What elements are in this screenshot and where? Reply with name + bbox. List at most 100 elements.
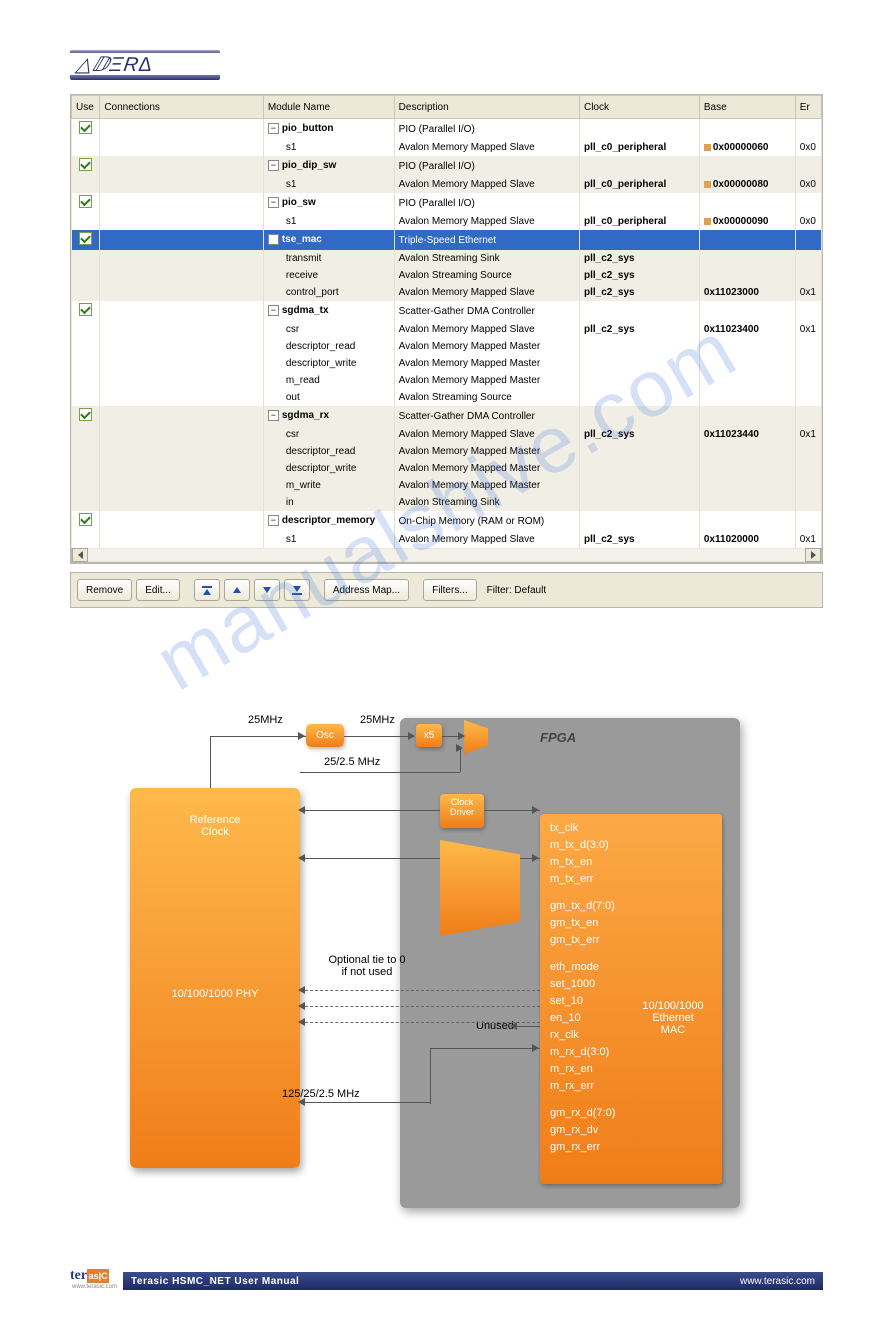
table-row[interactable]: csrAvalon Memory Mapped Slavepll_c2_sys0… <box>72 321 822 338</box>
address-map-button[interactable]: Address Map... <box>324 579 409 601</box>
clock-cell <box>579 156 699 176</box>
base-cell: 0x11023000 <box>699 284 795 301</box>
end-cell <box>795 301 821 321</box>
use-checkbox[interactable] <box>79 195 92 208</box>
footer-title: Terasic HSMC_NET User Manual <box>131 1276 299 1287</box>
description-cell: Avalon Memory Mapped Master <box>394 477 579 494</box>
use-checkbox[interactable] <box>79 303 92 316</box>
table-row[interactable]: −pio_swPIO (Parallel I/O) <box>72 193 822 213</box>
table-row[interactable]: transmitAvalon Streaming Sinkpll_c2_sys <box>72 250 822 267</box>
table-row[interactable]: inAvalon Streaming Sink <box>72 494 822 511</box>
expand-icon[interactable]: − <box>268 160 279 171</box>
move-bottom-button[interactable] <box>284 579 310 601</box>
table-row[interactable]: −sgdma_rxScatter-Gather DMA Controller <box>72 406 822 426</box>
expand-icon[interactable]: − <box>268 515 279 526</box>
trapezoid-block <box>440 840 520 936</box>
module-name: receive <box>286 270 318 281</box>
phy-block: Reference Clock 10/100/1000 PHY <box>130 788 300 1168</box>
base-cell <box>699 477 795 494</box>
label-optional: Optional tie to 0if not used <box>312 954 422 978</box>
table-row[interactable]: −tse_macTriple-Speed Ethernet <box>72 230 822 250</box>
table-row[interactable]: m_readAvalon Memory Mapped Master <box>72 372 822 389</box>
expand-icon[interactable]: − <box>268 234 279 245</box>
base-cell <box>699 460 795 477</box>
col-description[interactable]: Description <box>394 96 579 119</box>
phy-label-3: 10/100/1000 PHY <box>130 988 300 1000</box>
table-row[interactable]: descriptor_writeAvalon Memory Mapped Mas… <box>72 355 822 372</box>
module-name: pio_button <box>282 124 334 135</box>
end-cell: 0x1 <box>795 321 821 338</box>
col-clock[interactable]: Clock <box>579 96 699 119</box>
table-row[interactable]: −sgdma_txScatter-Gather DMA Controller <box>72 301 822 321</box>
base-cell <box>699 494 795 511</box>
signal-label: gm_tx_err <box>550 932 712 949</box>
terasic-logo: ter as|C <box>70 1268 117 1284</box>
end-cell: 0x0 <box>795 213 821 230</box>
expand-icon[interactable]: − <box>268 305 279 316</box>
base-cell <box>699 301 795 321</box>
col-er[interactable]: Er <box>795 96 821 119</box>
use-checkbox[interactable] <box>79 232 92 245</box>
col-base[interactable]: Base <box>699 96 795 119</box>
signal-label: gm_rx_d(7:0) <box>550 1105 712 1122</box>
table-row[interactable]: outAvalon Streaming Source <box>72 389 822 406</box>
clock-cell <box>579 119 699 140</box>
fpga-label: FPGA <box>540 730 576 745</box>
table-row[interactable]: s1Avalon Memory Mapped Slavepll_c0_perip… <box>72 176 822 193</box>
table-row[interactable]: −pio_dip_swPIO (Parallel I/O) <box>72 156 822 176</box>
clock-cell <box>579 494 699 511</box>
remove-button[interactable]: Remove <box>77 579 132 601</box>
use-checkbox[interactable] <box>79 408 92 421</box>
col-use[interactable]: Use <box>72 96 100 119</box>
use-checkbox[interactable] <box>79 158 92 171</box>
move-down-button[interactable] <box>254 579 280 601</box>
expand-icon[interactable]: − <box>268 197 279 208</box>
module-name: m_write <box>286 480 321 491</box>
expand-icon[interactable]: − <box>268 123 279 134</box>
module-name: csr <box>286 324 299 335</box>
end-cell: 0x1 <box>795 284 821 301</box>
move-up-button[interactable] <box>224 579 250 601</box>
table-row[interactable]: descriptor_readAvalon Memory Mapped Mast… <box>72 338 822 355</box>
table-row[interactable]: receiveAvalon Streaming Sourcepll_c2_sys <box>72 267 822 284</box>
signal-label: m_rx_d(3:0) <box>550 1044 712 1061</box>
signal-label: m_tx_d(3:0) <box>550 837 712 854</box>
description-cell: Avalon Memory Mapped Master <box>394 372 579 389</box>
signal-label: gm_rx_dv <box>550 1122 712 1139</box>
description-cell: Avalon Streaming Source <box>394 389 579 406</box>
table-row[interactable]: s1Avalon Memory Mapped Slavepll_c0_perip… <box>72 213 822 230</box>
end-cell <box>795 267 821 284</box>
table-row[interactable]: −pio_buttonPIO (Parallel I/O) <box>72 119 822 140</box>
use-checkbox[interactable] <box>79 121 92 134</box>
base-cell <box>699 119 795 140</box>
base-cell: 0x11020000 <box>699 531 795 548</box>
table-row[interactable]: s1Avalon Memory Mapped Slavepll_c0_perip… <box>72 139 822 156</box>
clock-cell: pll_c2_sys <box>579 321 699 338</box>
clock-cell: pll_c2_sys <box>579 426 699 443</box>
table-row[interactable]: s1Avalon Memory Mapped Slavepll_c2_sys0x… <box>72 531 822 548</box>
filters-button[interactable]: Filters... <box>423 579 477 601</box>
end-cell <box>795 355 821 372</box>
table-row[interactable]: descriptor_writeAvalon Memory Mapped Mas… <box>72 460 822 477</box>
table-row[interactable]: m_write Avalon Memory Mapped Master <box>72 477 822 494</box>
end-cell <box>795 460 821 477</box>
table-row[interactable]: csrAvalon Memory Mapped Slavepll_c2_sys0… <box>72 426 822 443</box>
description-cell: Avalon Memory Mapped Slave <box>394 284 579 301</box>
col-module-name[interactable]: Module Name <box>263 96 394 119</box>
footer-url: www.terasic.com <box>740 1276 815 1287</box>
use-checkbox[interactable] <box>79 513 92 526</box>
expand-icon[interactable]: − <box>268 410 279 421</box>
table-row[interactable]: −descriptor_memoryOn-Chip Memory (RAM or… <box>72 511 822 531</box>
end-cell <box>795 230 821 250</box>
scroll-left-icon[interactable] <box>72 548 88 562</box>
horizontal-scrollbar[interactable] <box>71 548 822 563</box>
table-row[interactable]: control_portAvalon Memory Mapped Slavepl… <box>72 284 822 301</box>
scroll-right-icon[interactable] <box>805 548 821 562</box>
move-top-button[interactable] <box>194 579 220 601</box>
col-connections[interactable]: Connections <box>100 96 264 119</box>
clock-cell: pll_c2_sys <box>579 531 699 548</box>
table-row[interactable]: descriptor_readAvalon Memory Mapped Mast… <box>72 443 822 460</box>
end-cell: 0x1 <box>795 426 821 443</box>
clock-cell <box>579 443 699 460</box>
edit-button[interactable]: Edit... <box>136 579 180 601</box>
